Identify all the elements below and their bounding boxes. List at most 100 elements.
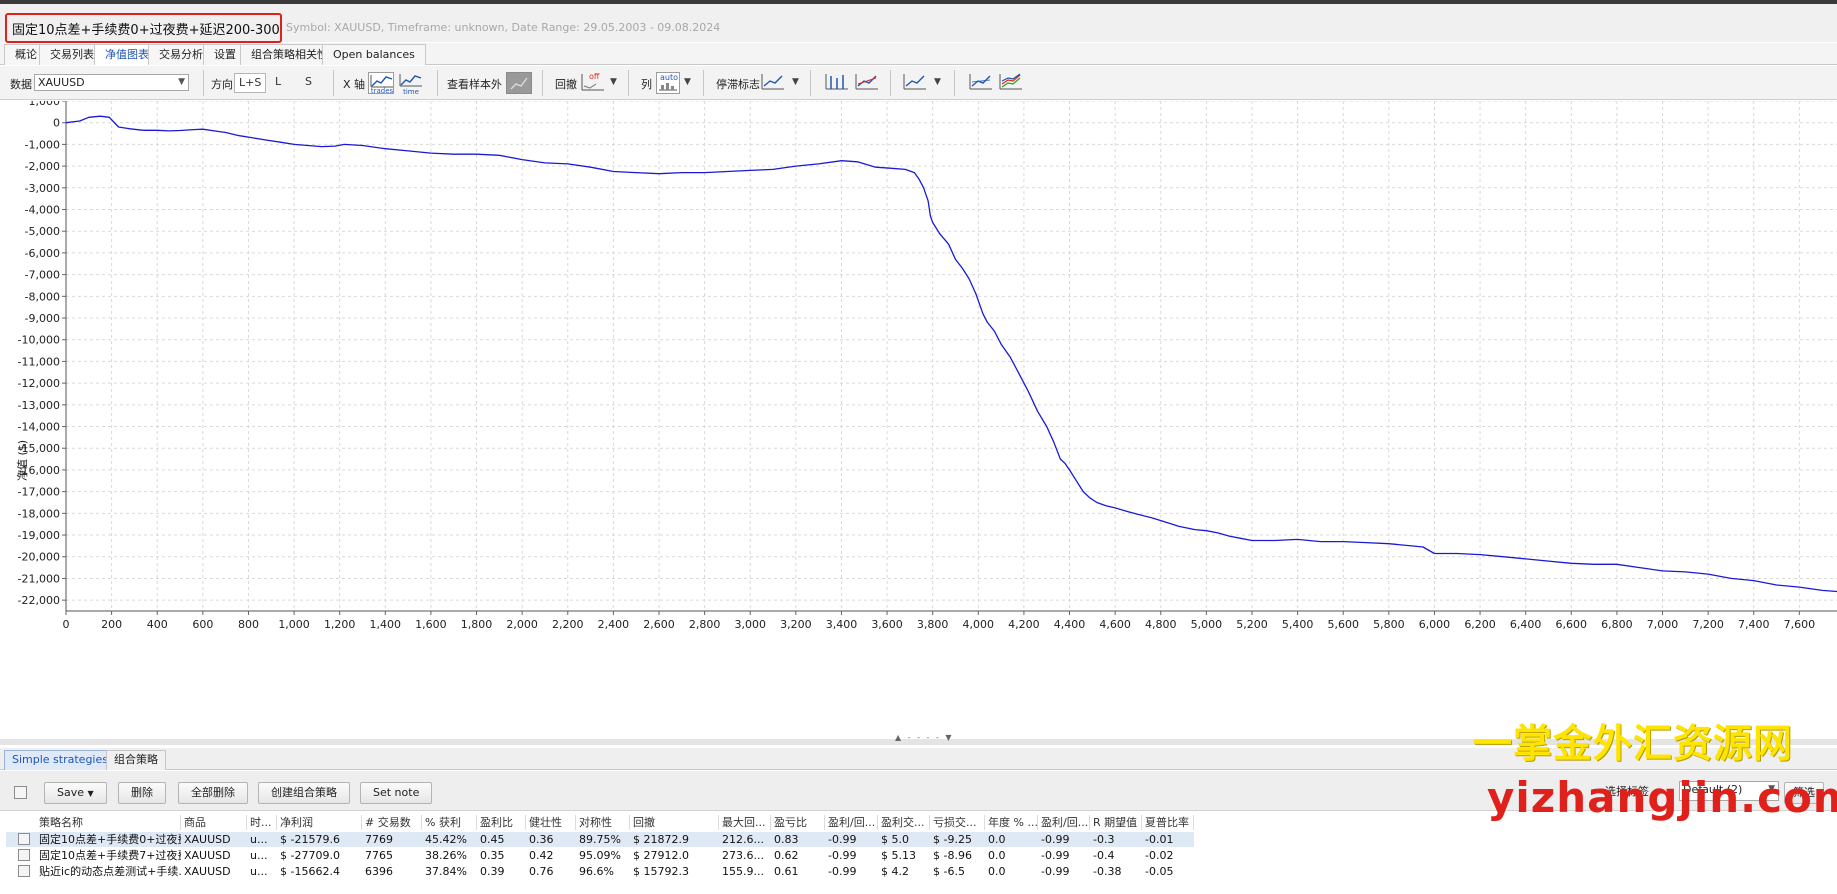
toolbar-divider	[437, 70, 438, 96]
symbol-select[interactable]: XAUUSD ▼	[34, 74, 189, 91]
column-header[interactable]: 策略名称	[36, 815, 181, 830]
column-header[interactable]: 盈利比	[477, 815, 526, 830]
x-tick-label: 800	[238, 618, 259, 631]
columns-state: auto	[660, 73, 679, 82]
column-header[interactable]: 商品	[181, 815, 247, 830]
row-checkbox[interactable]	[18, 865, 30, 877]
splitter-handle-icon[interactable]: ▲ - - - - ▼	[895, 733, 954, 742]
x-axis-label: X 轴	[343, 78, 366, 91]
table-cell: $ -9.25	[933, 833, 972, 846]
column-header[interactable]: 盈利/回...	[1038, 815, 1090, 830]
column-header[interactable]: 夏普比率	[1142, 815, 1194, 830]
chevron-down-icon[interactable]: ▼	[934, 77, 941, 87]
toolbar-divider	[810, 70, 811, 96]
chevron-down-icon[interactable]: ▼	[684, 77, 691, 87]
table-cell: $ 4.2	[881, 865, 909, 878]
bar-markers-button[interactable]	[824, 72, 850, 94]
table-header: 策略名称 商品 时... 净利润 # 交易数% 获利 盈利比 健壮性 对称性 回撤 最大回... 盈…	[6, 815, 1194, 830]
row-checkbox[interactable]	[18, 849, 30, 861]
table-cell: $ -21579.6	[280, 833, 340, 846]
table-cell: -0.99	[1041, 849, 1070, 862]
symbol-value: XAUUSD	[38, 76, 85, 89]
direction-option-short[interactable]: S	[301, 73, 316, 93]
x-tick-label: 600	[192, 618, 213, 631]
time-caption: time	[403, 88, 419, 96]
y-tick-label: -19,000	[18, 529, 60, 542]
watermark-text: 一掌金外汇资源网	[1473, 722, 1794, 767]
table-cell: -0.99	[828, 849, 857, 862]
direction-label: 方向	[211, 78, 233, 91]
tab-portfolio-strategies[interactable]: 组合策略	[106, 750, 166, 770]
chevron-down-icon[interactable]: ▼	[610, 77, 617, 87]
table-cell: 0.42	[529, 849, 554, 862]
line-chart-icon	[761, 74, 784, 90]
chevron-down-icon: ▼	[87, 789, 94, 798]
column-header[interactable]: 年度 % ...	[985, 815, 1038, 830]
delete-button[interactable]: 删除	[118, 782, 166, 804]
y-tick-label: -18,000	[18, 507, 60, 520]
column-header[interactable]: R 期望值	[1090, 815, 1142, 830]
x-tick-label: 3,200	[780, 618, 812, 631]
table-cell: 7765	[365, 849, 393, 862]
x-tick-label: 3,400	[826, 618, 858, 631]
table-cell: 0.0	[988, 865, 1006, 878]
column-header[interactable]: 最大回...	[719, 815, 771, 830]
chevron-down-icon[interactable]: ▼	[792, 77, 799, 87]
table-cell: u...	[250, 849, 268, 862]
equity-chart: 1,000 0 -1,000 -2,000 -3,000 -4,000 -5,000 -6,0…	[18, 101, 1837, 631]
create-portfolio-button[interactable]: 创建组合策略	[258, 782, 350, 804]
direction-option-long-short[interactable]: L+S	[234, 73, 267, 93]
y-tick-label: -4,000	[25, 204, 60, 217]
compare-chart-button[interactable]	[902, 72, 928, 94]
stagnation-markers-toggle[interactable]	[760, 72, 786, 94]
column-header[interactable]: 净利润	[277, 815, 362, 830]
save-button[interactable]: Save ▼	[44, 782, 107, 804]
y-axis-label: 净值 ($)	[16, 439, 29, 481]
column-header[interactable]: 盈利/回...	[825, 815, 878, 830]
column-header[interactable]: # 交易数	[362, 815, 422, 830]
direction-option-long[interactable]: L	[271, 73, 285, 93]
trend-chart-icon	[855, 74, 878, 90]
toolbar-divider	[703, 70, 704, 96]
table-row[interactable]: 贴近ic的动态点差测试+手续... XAUUSD u... $ -15662.4 639…	[6, 864, 1194, 879]
line-chart-icon	[903, 74, 926, 90]
x-tick-label: 5,000	[1191, 618, 1223, 631]
select-all-checkbox[interactable]	[14, 786, 27, 799]
multi-line-chart-icon	[999, 73, 1022, 90]
column-header[interactable]: 回撤	[630, 815, 719, 830]
x-tick-label: 7,000	[1647, 618, 1679, 631]
chart-toolbar: 数据 XAUUSD ▼ 方向 L+S L S X 轴 trades time 查…	[0, 66, 1837, 100]
column-header[interactable]: 健壮性	[526, 815, 576, 830]
table-row[interactable]: 固定10点差+手续费0+过夜费...XAUUSD u... $ -21579.6 77…	[6, 832, 1194, 847]
trend-line-button[interactable]	[854, 72, 880, 94]
drawdown-label: 回撤	[555, 78, 577, 91]
x-axis-time-button[interactable]: time	[398, 72, 424, 96]
y-tick-label: -12,000	[18, 377, 60, 390]
columns-label: 列	[641, 78, 652, 91]
x-tick-label: 2,800	[689, 618, 721, 631]
table-row[interactable]: 固定10点差+手续费7+过夜费...XAUUSD u... $ -27709.0 77…	[6, 848, 1194, 863]
x-tick-label: 7,200	[1692, 618, 1724, 631]
table-cell: 0.76	[529, 865, 554, 878]
column-header[interactable]: 盈利交...	[878, 815, 930, 830]
delete-all-button[interactable]: 全部删除	[178, 782, 248, 804]
column-header[interactable]: 对称性	[576, 815, 630, 830]
table-cell: u...	[250, 865, 268, 878]
column-header[interactable]: 盈亏比	[771, 815, 825, 830]
y-tick-label: -2,000	[25, 160, 60, 173]
row-checkbox[interactable]	[18, 833, 30, 845]
multi-line-button[interactable]	[998, 72, 1024, 94]
set-note-button[interactable]: Set note	[360, 782, 433, 804]
drawdown-toggle[interactable]: off	[580, 72, 606, 94]
column-header[interactable]: % 获利	[422, 815, 477, 830]
tab-simple-strategies[interactable]: Simple strategies	[4, 750, 116, 770]
columns-toggle[interactable]: auto	[656, 72, 680, 94]
column-header[interactable]: 时...	[247, 815, 277, 830]
x-axis-trades-button[interactable]: trades	[368, 72, 394, 95]
out-of-sample-toggle[interactable]	[506, 72, 532, 94]
tab-open-balances[interactable]: Open balances	[322, 44, 426, 65]
x-tick-label: 6,000	[1419, 618, 1451, 631]
single-line-button[interactable]	[968, 72, 994, 94]
column-header[interactable]: 亏损交...	[930, 815, 985, 830]
table-cell: XAUUSD	[184, 865, 231, 878]
